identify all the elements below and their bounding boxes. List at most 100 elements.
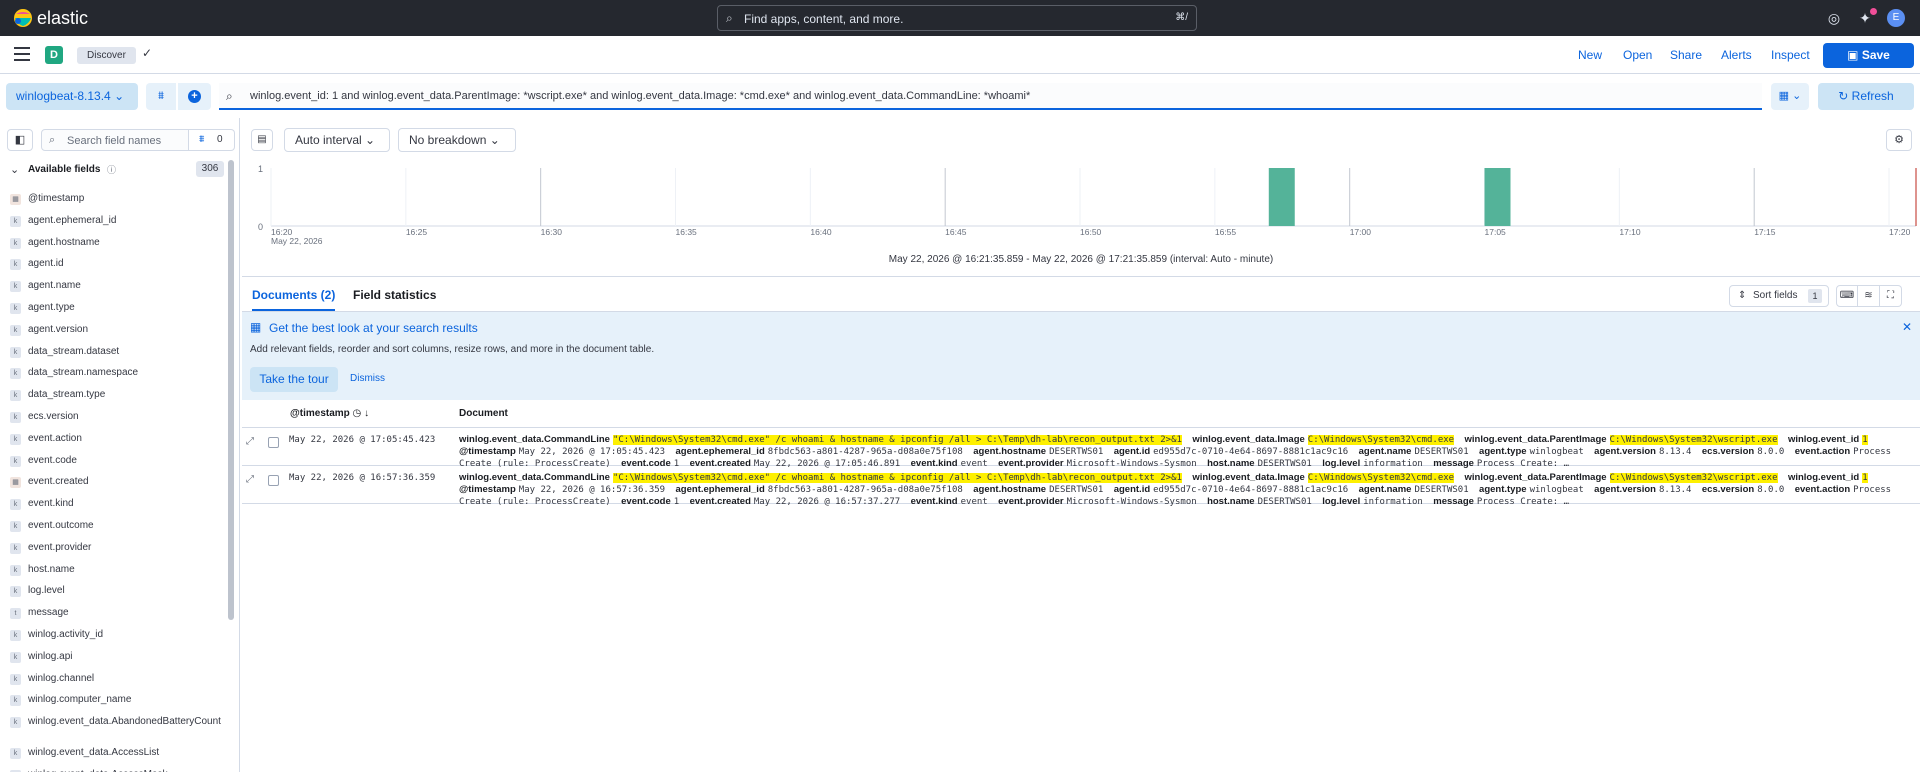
elastic-logo-icon[interactable] [13,8,33,28]
sidebar-field-item[interactable]: k winlog.activity_id [10,625,225,647]
expand-row-icon[interactable]: ⤢ [246,474,254,485]
sort-desc-icon[interactable]: ↓ [364,408,369,419]
collapse-sidebar-icon[interactable]: ◧ [7,129,33,151]
histogram-bar[interactable] [1484,168,1511,226]
chart-options-icon[interactable]: ⚙ [1886,129,1912,151]
date-picker-button[interactable]: ▦ ⌄ [1771,83,1809,110]
field-key: agent.version [1594,484,1656,495]
sidebar-field-item[interactable]: k event.kind [10,494,225,516]
expand-row-icon[interactable]: ⤢ [246,436,254,447]
close-icon[interactable]: ✕ [1902,320,1912,334]
keyword-field-icon: k [10,237,21,249]
sidebar-field-item[interactable]: ▦ event.created [10,472,225,494]
field-value: DESERTWS01 [1414,485,1469,495]
sidebar-field-item[interactable]: k data_stream.type [10,385,225,407]
row-checkbox[interactable] [268,437,279,448]
sidebar-field-item[interactable]: t message [10,603,225,625]
sidebar-field-item[interactable]: ▦ @timestamp [10,189,225,211]
field-key: winlog.event_data.Image [1192,434,1305,445]
refresh-button[interactable]: ↻ Refresh [1818,83,1914,110]
toggle-chart-icon[interactable]: ▤ [251,129,273,151]
sidebar-field-item[interactable]: k winlog.api [10,647,225,669]
column-header-timestamp[interactable]: @timestamp ◷ ↓ [290,408,369,419]
sort-fields-button[interactable]: ⇕ Sort fields 1 [1729,285,1829,307]
tab-field-statistics[interactable]: Field statistics [353,288,436,302]
breakdown-selector[interactable]: No breakdown ⌄ [398,128,516,152]
brand-name[interactable]: elastic [37,8,88,28]
sidebar-field-item[interactable]: k agent.type [10,298,225,320]
sidebar-field-item[interactable]: k event.action [10,429,225,451]
add-filter-button[interactable]: + [178,83,211,110]
global-search-input[interactable]: ⌕ Find apps, content, and more. ⌘/ [717,5,1197,31]
sidebar-field-item[interactable]: k agent.name [10,276,225,298]
save-button[interactable]: ▣ Save [1823,43,1914,68]
field-key: event.created [689,496,751,507]
new-button[interactable]: New [1578,48,1602,62]
sidebar-field-item[interactable]: k ecs.version [10,407,225,429]
help-icon[interactable]: ◎ [1826,10,1842,26]
field-search-input[interactable]: ⌕ Search field names [41,129,189,151]
field-key: message [1433,496,1474,507]
alerts-button[interactable]: Alerts [1721,48,1752,62]
field-key: winlog.event_data.Image [1192,472,1305,483]
histogram-chart[interactable]: 10 16:20 16:25 16:30 16:35 16:40 16:45 16:50 16:… [242,162,1920,250]
field-key: agent.name [1358,484,1412,495]
field-type-filter-button[interactable]: ⩩ 0 [189,129,235,151]
fullscreen-icon[interactable]: ⛶ [1880,285,1902,307]
available-fields-header[interactable]: ⌄ Available fields ⓘ 306 [10,161,225,179]
table-row[interactable]: ⤢ May 22, 2026 @ 17:05:45.423 winlog.event… [242,428,1920,469]
x-tick-label: 17:05 [1485,227,1507,237]
sidebar-field-item[interactable]: k agent.ephemeral_id [10,211,225,233]
field-value: 8fbdc563-a801-4287-965a-d08a0e75f108 [767,485,963,495]
column-header-document[interactable]: Document [459,408,508,419]
sidebar-field-item[interactable]: k data_stream.namespace [10,363,225,385]
breadcrumb[interactable]: Discover [77,47,136,64]
save-icon: ▣ [1847,48,1862,62]
filter-icon[interactable]: ⩩ [146,83,176,110]
sidebar-field-item[interactable]: k winlog.event_data.AbandonedBatteryCount [10,712,225,743]
tab-documents[interactable]: Documents (2) [252,288,335,302]
sidebar-scrollbar[interactable] [228,160,234,620]
field-key: agent.version [1594,446,1656,457]
sidebar-field-item[interactable]: k host.name [10,560,225,582]
open-button[interactable]: Open [1623,48,1652,62]
kql-query-input[interactable]: ⌕ winlog.event_id: 1 and winlog.event_da… [219,83,1762,110]
histogram-bar[interactable] [1268,168,1295,226]
user-avatar[interactable]: E [1887,9,1905,27]
field-sidebar: ◧ ⌕ Search field names ⩩ 0 ⌄ Available f… [0,118,240,772]
keyword-field-icon: k [10,695,21,707]
sidebar-field-item[interactable]: k data_stream.dataset [10,342,225,364]
take-tour-button[interactable]: Take the tour [250,367,338,392]
space-avatar[interactable]: D [45,46,63,64]
display-settings-icon[interactable]: ≋ [1858,285,1880,307]
dismiss-button[interactable]: Dismiss [350,373,385,384]
table-row[interactable]: ⤢ May 22, 2026 @ 16:57:36.359 winlog.event… [242,466,1920,507]
query-text[interactable]: winlog.event_id: 1 and winlog.event_data… [250,90,1030,102]
sidebar-field-item[interactable]: k event.provider [10,538,225,560]
inspect-button[interactable]: Inspect [1771,48,1810,62]
keyboard-icon[interactable]: ⌨ [1836,285,1858,307]
keyword-field-icon: k [10,673,21,685]
interval-selector[interactable]: Auto interval ⌄ [284,128,390,152]
sidebar-field-item[interactable]: k event.outcome [10,516,225,538]
info-icon[interactable]: ⓘ [107,163,116,176]
sidebar-field-item[interactable]: k event.code [10,451,225,473]
field-value: 8.0.0 [1757,485,1785,495]
field-name: message [28,607,69,619]
sidebar-field-item[interactable]: k winlog.channel [10,669,225,691]
sidebar-field-item[interactable]: k log.level [10,581,225,603]
data-view-picker[interactable]: winlogbeat-8.13.4 ⌄ [6,83,138,110]
row-checkbox[interactable] [268,475,279,486]
sidebar-field-item[interactable]: k winlog.event_data.AccessList [10,743,225,765]
field-key: event.action [1794,446,1851,457]
sidebar-field-item[interactable]: k winlog.computer_name [10,690,225,712]
hamburger-menu-icon[interactable] [14,47,30,61]
share-button[interactable]: Share [1670,48,1702,62]
sidebar-field-item[interactable]: k agent.id [10,254,225,276]
sidebar-field-item[interactable]: kwinlog.event_data.AccessMask [10,765,225,772]
field-key: winlog.event_data.CommandLine [459,434,610,445]
keyword-field-icon: k [10,586,21,598]
field-name: event.provider [28,541,92,553]
sidebar-field-item[interactable]: k agent.version [10,320,225,342]
sidebar-field-item[interactable]: k agent.hostname [10,233,225,255]
